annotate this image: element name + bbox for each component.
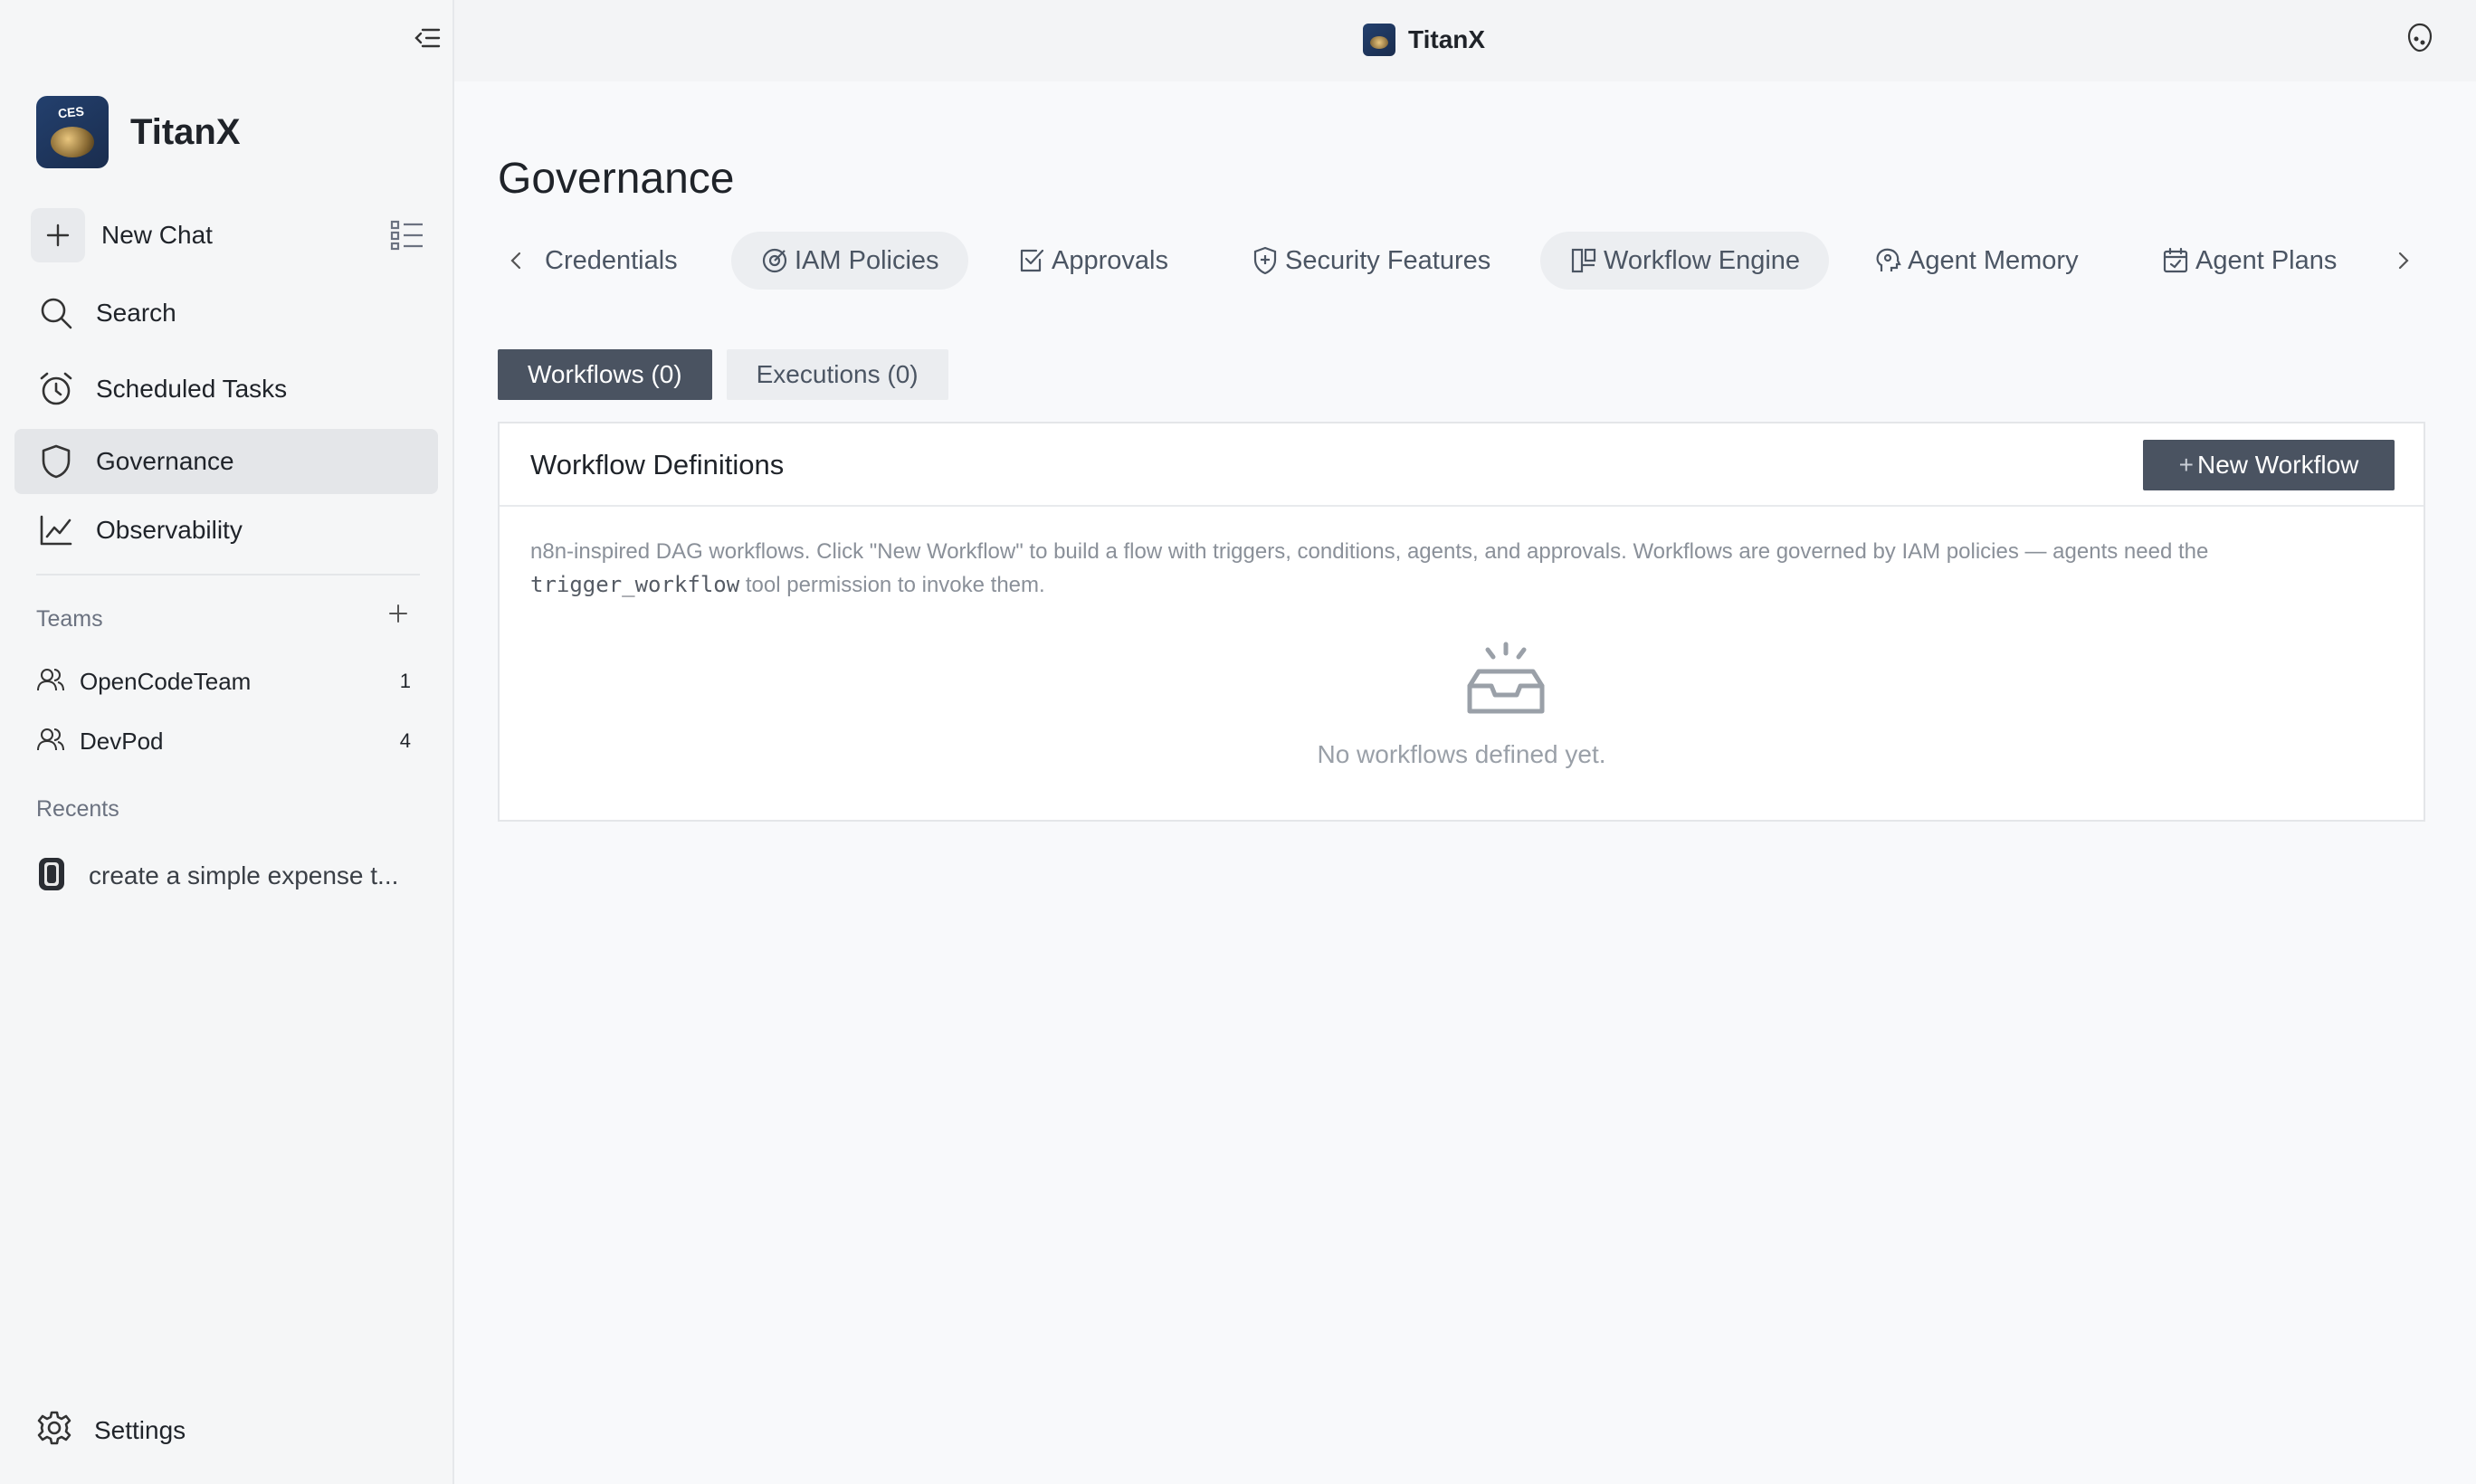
card-header: Workflow Definitions + New Workflow	[500, 423, 2424, 507]
tab-credentials[interactable]: Credentials	[516, 232, 707, 290]
line-chart-icon	[38, 512, 74, 548]
app-name: TitanX	[130, 111, 241, 152]
collapse-sidebar-icon[interactable]	[409, 22, 445, 54]
chevron-right-icon[interactable]	[2386, 243, 2422, 279]
tab-label: Workflow Engine	[1604, 245, 1801, 275]
settings-button[interactable]: Settings	[36, 1410, 186, 1451]
settings-label: Settings	[94, 1415, 186, 1444]
gear-icon	[36, 1410, 72, 1451]
lightbulb-icon[interactable]	[2404, 22, 2436, 54]
tab-label: Credentials	[545, 245, 678, 275]
tab-label: Agent Memory	[1908, 245, 2079, 275]
new-chat-label: New Chat	[101, 221, 213, 249]
app-logo-small	[1363, 24, 1395, 56]
sidebar-item-governance[interactable]: Governance	[14, 429, 438, 494]
description-code: trigger_workflow	[530, 572, 740, 597]
tab-label: Agent Plans	[2195, 245, 2338, 275]
teams-title: Teams	[36, 606, 103, 632]
tab-label: Approvals	[1052, 245, 1168, 275]
description-text-end: tool permission to invoke them.	[745, 573, 1045, 597]
sidebar-item-label: Observability	[96, 516, 243, 544]
workflow-subtabs: Workflows (0) Executions (0)	[498, 349, 963, 400]
team-label: OpenCodeTeam	[80, 667, 252, 695]
search-icon	[38, 295, 74, 331]
users-icon	[36, 667, 65, 697]
alarm-clock-icon	[38, 371, 74, 407]
tab-label: IAM Policies	[795, 245, 939, 275]
subtab-executions[interactable]: Executions (0)	[726, 349, 948, 400]
team-count: 1	[399, 670, 411, 692]
recent-item[interactable]: create a simple expense t...	[36, 851, 425, 901]
plus-icon: +	[2178, 451, 2194, 479]
agent-avatar-icon	[36, 856, 67, 897]
tab-security-features[interactable]: Security Features	[1222, 232, 1519, 290]
chat-list-icon[interactable]	[389, 217, 425, 253]
description-text: n8n-inspired DAG workflows. Click "New W…	[530, 539, 2209, 564]
workflow-icon	[1569, 246, 1598, 275]
new-workflow-button[interactable]: + New Workflow	[2143, 440, 2395, 490]
brand: CES TitanX	[36, 96, 241, 168]
tab-label: Security Features	[1285, 245, 1491, 275]
subtab-workflows[interactable]: Workflows (0)	[498, 349, 712, 400]
check-square-icon	[1017, 246, 1046, 275]
governance-tabs: Credentials IAM Policies Approvals Secur…	[498, 230, 2425, 293]
empty-inbox-icon	[1466, 641, 1546, 717]
recent-item-label: create a simple expense t...	[89, 861, 399, 889]
team-item-devpod[interactable]: DevPod 4	[36, 718, 416, 764]
users-icon	[36, 727, 65, 756]
sidebar-item-label: Scheduled Tasks	[96, 375, 288, 403]
shield-plus-icon	[1251, 246, 1280, 275]
calendar-check-icon	[2161, 246, 2190, 275]
sidebar-item-label: Search	[96, 299, 176, 327]
tab-approvals[interactable]: Approvals	[988, 232, 1197, 290]
new-workflow-label: New Workflow	[2196, 451, 2359, 479]
app-logo: CES	[36, 96, 109, 168]
new-chat-button[interactable]: New Chat	[31, 206, 425, 264]
team-item-opencodeteam[interactable]: OpenCodeTeam 1	[36, 659, 416, 704]
top-title: TitanX	[1363, 24, 1485, 56]
recents-title: Recents	[36, 796, 119, 822]
brain-icon	[1873, 246, 1902, 275]
tab-agent-memory[interactable]: Agent Memory	[1844, 232, 2108, 290]
sidebar-item-label: Governance	[96, 447, 234, 475]
sidebar-item-observability[interactable]: Observability	[14, 498, 438, 563]
plus-icon	[31, 208, 85, 262]
page-title: Governance	[498, 155, 735, 203]
tab-agent-plans[interactable]: Agent Plans	[2132, 232, 2366, 290]
sidebar-item-search[interactable]: Search	[14, 281, 438, 346]
sidebar: CES TitanX New Chat Search Scheduled Tas…	[0, 0, 454, 1484]
shield-icon	[38, 443, 74, 480]
team-count: 4	[399, 729, 411, 752]
sidebar-divider	[36, 574, 420, 576]
workflow-definitions-card: Workflow Definitions + New Workflow n8n-…	[498, 422, 2425, 822]
team-label: DevPod	[80, 727, 164, 755]
empty-state-text: No workflows defined yet.	[1317, 740, 1606, 768]
card-description: n8n-inspired DAG workflows. Click "New W…	[530, 536, 2395, 602]
card-title: Workflow Definitions	[530, 449, 785, 480]
target-icon	[760, 246, 789, 275]
add-team-icon[interactable]	[384, 599, 413, 628]
tab-workflow-engine[interactable]: Workflow Engine	[1540, 232, 1830, 290]
sidebar-item-scheduled-tasks[interactable]: Scheduled Tasks	[14, 357, 438, 422]
tab-iam-policies[interactable]: IAM Policies	[731, 232, 968, 290]
top-title-text: TitanX	[1408, 25, 1486, 53]
